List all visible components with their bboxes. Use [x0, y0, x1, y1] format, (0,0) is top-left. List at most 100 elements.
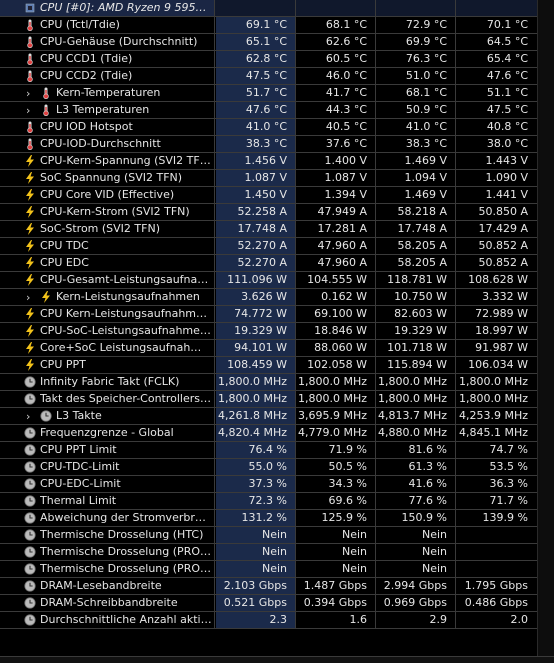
- sensor-name-cell: Thermische Drosselung (PROCH...: [0, 561, 215, 577]
- group-header-row[interactable]: CPU [#0]: AMD Ryzen 9 5950X: ...: [0, 0, 554, 17]
- sensor-maximum-value: Nein: [377, 544, 456, 560]
- header-empty-cell: [216, 0, 296, 16]
- sensor-current-value: 4,820.4 MHz: [216, 425, 296, 441]
- sensor-average-value: 1.443 V: [485, 154, 528, 167]
- sensor-maximum-value: 58.205 A: [377, 238, 456, 254]
- sensor-row[interactable]: CPU-IOD-Durchschnitt 38.3 °C 37.6 °C 38.3 °…: [0, 136, 554, 153]
- sensor-label: CPU PPT: [40, 358, 86, 371]
- sensor-label: Thermische Drosselung (PROCH...: [40, 545, 212, 558]
- sensor-row[interactable]: CPU-SoC-Leistungsaufnahme (SV... 19.329 W…: [0, 323, 554, 340]
- sensor-row[interactable]: CPU PPT Limit 76.4 % 71.9 % 81.6 % 74.7 %: [0, 442, 554, 459]
- lightning-bolt-icon: [40, 291, 52, 303]
- thermometer-icon: [40, 87, 52, 100]
- sensor-minimum-value: 104.555 W: [297, 272, 376, 288]
- sensor-row[interactable]: Core+SoC Leistungsaufnahme (SV... 94.101 …: [0, 340, 554, 357]
- sensor-row[interactable]: DRAM-Schreibbandbreite 0.521 Gbps 0.394 Gb…: [0, 595, 554, 612]
- clock-icon: [24, 376, 36, 388]
- sensor-row[interactable]: Thermische Drosselung (HTC) Nein Nein Nein: [0, 527, 554, 544]
- sensor-name-cell: CPU-TDC-Limit: [0, 459, 215, 475]
- sensor-current-value: 2.103 Gbps: [216, 578, 296, 594]
- sensor-current-value: 131.2 %: [216, 510, 296, 526]
- sensor-name-cell: CPU CCD2 (Tdie): [0, 68, 215, 84]
- sensor-name-cell: CPU-IOD-Durchschnitt: [0, 136, 215, 152]
- sensor-minimum-value: 1.087 V: [297, 170, 376, 186]
- sensor-minimum-value: 0.162 W: [297, 289, 376, 305]
- lightning-bolt-icon: [24, 223, 36, 235]
- sensor-minimum-value: 1,800.0 MHz: [297, 374, 376, 390]
- sensor-row[interactable]: Durchschnittliche Anzahl aktiver ... 2.31…: [0, 612, 554, 629]
- sensor-minimum-value: Nein: [297, 544, 376, 560]
- group-header-cell[interactable]: CPU [#0]: AMD Ryzen 9 5950X: ...: [0, 0, 215, 16]
- expand-chevron-icon[interactable]: ›: [26, 86, 36, 101]
- sensor-maximum-value: 68.1 °C: [377, 85, 456, 101]
- sensor-maximum-value: 82.603 W: [377, 306, 456, 322]
- sensor-minimum-value: 1.400 V: [297, 153, 376, 169]
- sensor-name-cell: CPU IOD Hotspot: [0, 119, 215, 135]
- sensor-maximum-value: 118.781 W: [377, 272, 456, 288]
- vertical-scrollbar[interactable]: [537, 0, 554, 662]
- sensor-row[interactable]: CPU-Gehäuse (Durchschnitt) 65.1 °C 62.6 °C…: [0, 34, 554, 51]
- sensor-row[interactable]: Thermische Drosselung (PROCH... Nein Nein N…: [0, 544, 554, 561]
- sensor-row[interactable]: › L3 Temperaturen 47.6 °C 44.3 °C 50.9 °C 47.…: [0, 102, 554, 119]
- header-empty-cell: [297, 0, 376, 16]
- sensor-row[interactable]: CPU (Tctl/Tdie) 69.1 °C 68.1 °C 72.9 °C 70.1…: [0, 17, 554, 34]
- sensor-row[interactable]: Infinity Fabric Takt (FCLK) 1,800.0 MHz 1,…: [0, 374, 554, 391]
- sensor-average-value: 50.852 A: [478, 239, 528, 252]
- lightning-bolt-icon: [24, 240, 36, 252]
- sensor-row[interactable]: CPU-Gesamt-Leistungsaufnahme 111.096 W 104…: [0, 272, 554, 289]
- sensor-row[interactable]: Abweichung der Stromverbrauch...131.2 %1…: [0, 510, 554, 527]
- sensor-average-value: 70.1 °C: [486, 18, 528, 31]
- sensor-row[interactable]: Takt des Speicher-Controllers (U... 1,800…: [0, 391, 554, 408]
- sensor-label: CPU PPT Limit: [40, 443, 117, 456]
- sensor-average-value: 1.090 V: [485, 171, 528, 184]
- sensor-row[interactable]: CPU CCD1 (Tdie) 62.8 °C 60.5 °C 76.3 °C 65.4…: [0, 51, 554, 68]
- sensor-average-value: 47.6 °C: [486, 69, 528, 82]
- sensor-row[interactable]: DRAM-Lesebandbreite 2.103 Gbps 1.487 Gbps 2…: [0, 578, 554, 595]
- sensor-row[interactable]: SoC-Strom (SVI2 TFN) 17.748 A 17.281 A 17.7…: [0, 221, 554, 238]
- sensor-maximum-value: 77.6 %: [377, 493, 456, 509]
- sensor-row[interactable]: › L3 Takte 4,261.8 MHz 3,695.9 MHz 4,813.7 M…: [0, 408, 554, 425]
- sensor-maximum-value: 150.9 %: [377, 510, 456, 526]
- sensor-minimum-value: 47.949 A: [297, 204, 376, 220]
- lightning-bolt-icon: [24, 325, 36, 337]
- sensor-current-value: 52.270 A: [216, 238, 296, 254]
- sensor-name-cell: CPU-EDC-Limit: [0, 476, 215, 492]
- sensor-row[interactable]: CPU-TDC-Limit 55.0 % 50.5 % 61.3 % 53.5 %: [0, 459, 554, 476]
- clock-icon: [24, 393, 36, 405]
- expand-chevron-icon[interactable]: ›: [26, 409, 36, 424]
- sensor-row[interactable]: CPU-Kern-Strom (SVI2 TFN) 52.258 A 47.949 …: [0, 204, 554, 221]
- clock-icon: [24, 546, 36, 558]
- sensor-row[interactable]: CPU TDC 52.270 A 47.960 A 58.205 A 50.852 A: [0, 238, 554, 255]
- sensor-row[interactable]: CPU IOD Hotspot 41.0 °C 40.5 °C 41.0 °C 40.8…: [0, 119, 554, 136]
- group-title: CPU [#0]: AMD Ryzen 9 5950X: ...: [40, 1, 212, 14]
- expand-chevron-icon[interactable]: ›: [26, 290, 36, 305]
- sensor-maximum-value: 4,880.0 MHz: [377, 425, 456, 441]
- sensor-row[interactable]: CPU-Kern-Spannung (SVI2 TFN) 1.456 V 1.400…: [0, 153, 554, 170]
- sensor-label: L3 Takte: [56, 409, 102, 422]
- expand-chevron-icon[interactable]: ›: [26, 103, 36, 118]
- sensor-row[interactable]: CPU-EDC-Limit 37.3 % 34.3 % 41.6 % 36.3 %: [0, 476, 554, 493]
- sensor-row[interactable]: SoC Spannung (SVI2 TFN) 1.087 V 1.087 V 1.0…: [0, 170, 554, 187]
- sensor-row[interactable]: CPU EDC 52.270 A 47.960 A 58.205 A 50.852 A: [0, 255, 554, 272]
- sensor-current-value: 55.0 %: [216, 459, 296, 475]
- sensor-row[interactable]: › Kern-Temperaturen 51.7 °C 41.7 °C 68.1 °C 5…: [0, 85, 554, 102]
- clock-icon: [24, 614, 36, 626]
- sensor-name-cell: SoC-Strom (SVI2 TFN): [0, 221, 215, 237]
- sensor-minimum-value: 34.3 %: [297, 476, 376, 492]
- sensor-current-value: 65.1 °C: [216, 34, 296, 50]
- sensor-row[interactable]: CPU CCD2 (Tdie) 47.5 °C 46.0 °C 51.0 °C 47.6…: [0, 68, 554, 85]
- sensor-row[interactable]: › Kern-Leistungsaufnahmen 3.626 W 0.162 W 10…: [0, 289, 554, 306]
- sensor-row[interactable]: Thermische Drosselung (PROCH... Nein Nein N…: [0, 561, 554, 578]
- sensor-minimum-value: 47.960 A: [297, 255, 376, 271]
- sensor-row[interactable]: CPU Kern-Leistungsaufnahme (SV... 74.772 …: [0, 306, 554, 323]
- sensor-label: CPU CCD2 (Tdie): [40, 69, 133, 82]
- sensor-row[interactable]: Frequenzgrenze - Global 4,820.4 MHz 4,779.…: [0, 425, 554, 442]
- sensor-maximum-value: 72.9 °C: [377, 17, 456, 33]
- sensor-average-value: 53.5 %: [489, 460, 528, 473]
- sensor-current-value: 1.087 V: [216, 170, 296, 186]
- sensor-row[interactable]: Thermal Limit 72.3 % 69.6 % 77.6 % 71.7 %: [0, 493, 554, 510]
- sensor-row[interactable]: CPU Core VID (Effective) 1.450 V 1.394 V 1.…: [0, 187, 554, 204]
- sensor-average-value: 91.987 W: [475, 341, 528, 354]
- sensor-maximum-value: 38.3 °C: [377, 136, 456, 152]
- sensor-row[interactable]: CPU PPT 108.459 W 102.058 W 115.894 W 106.03…: [0, 357, 554, 374]
